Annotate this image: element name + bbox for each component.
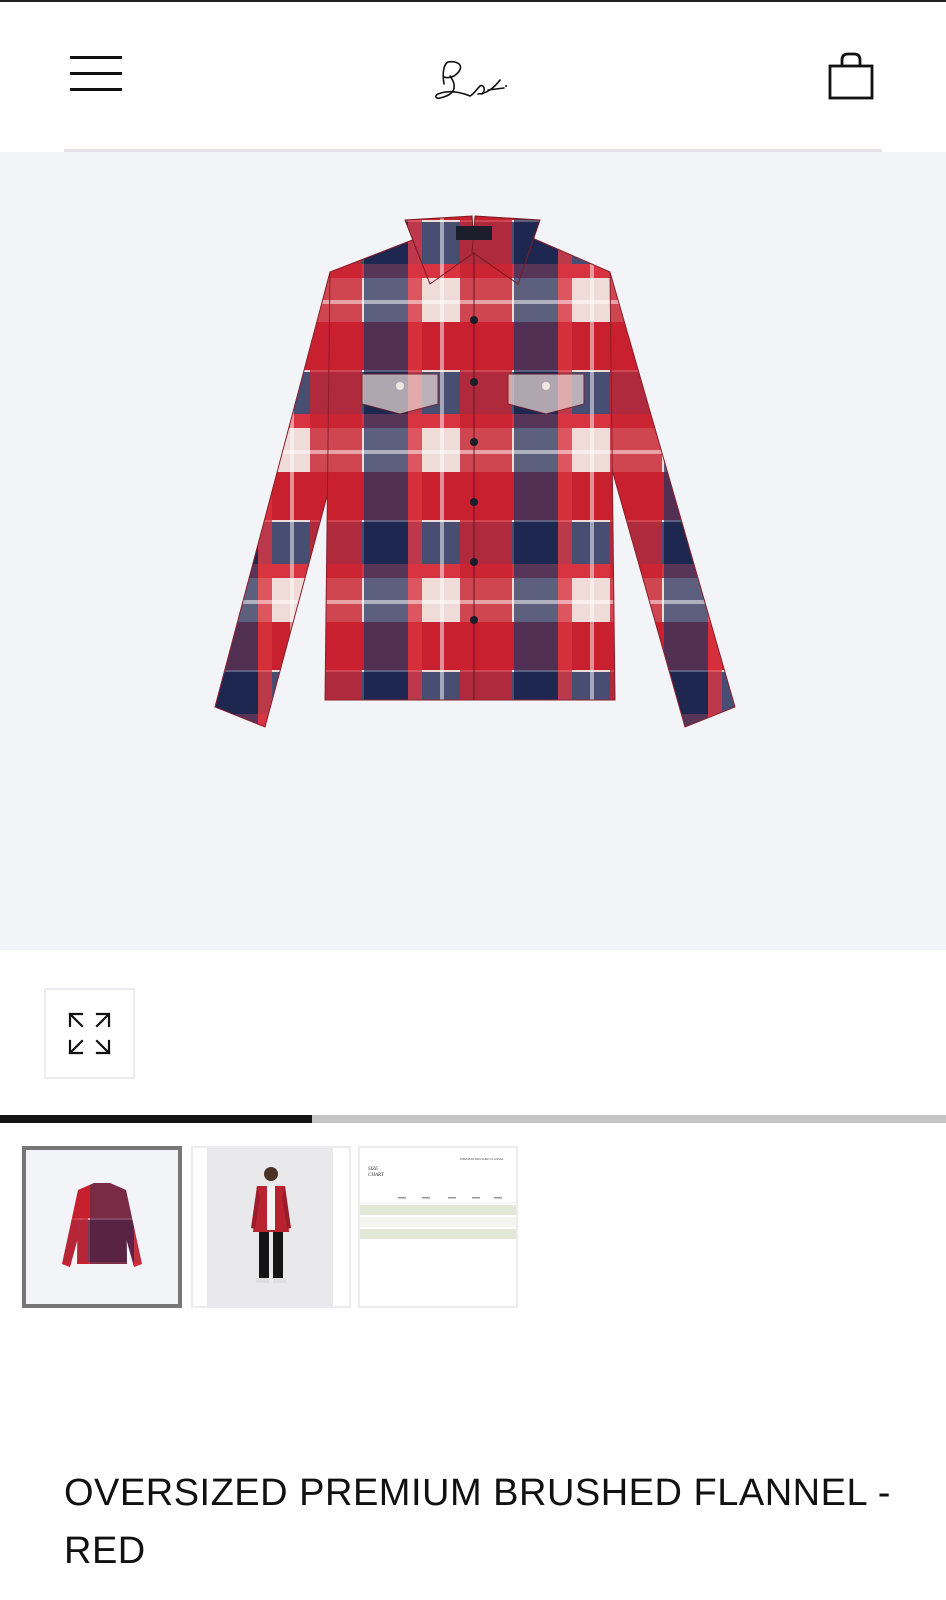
hamburger-menu-icon[interactable]	[64, 52, 128, 102]
thumbnail-shirt-front[interactable]	[22, 1146, 182, 1308]
menu-line	[70, 88, 122, 91]
size-chart-product: PREMIUM BRUSHED FLANNEL	[460, 1157, 504, 1161]
gallery-progress-fill	[0, 1115, 313, 1123]
product-title: OVERSIZED PREMIUM BRUSHED FLANNEL - RED	[64, 1472, 891, 1572]
model-wearing-shirt-thumbnail	[193, 1148, 349, 1306]
expand-arrows-icon	[68, 1012, 111, 1055]
plaid-flannel-shirt-front	[214, 215, 736, 728]
product-main-image[interactable]	[0, 152, 946, 950]
thumbnail-size-chart[interactable]: SIZE CHART PREMIUM BRUSHED FLANNEL	[358, 1146, 518, 1308]
size-chart-title-2: CHART	[368, 1173, 385, 1178]
signature-logo[interactable]	[430, 50, 510, 106]
shirt-front-thumbnail	[26, 1150, 178, 1304]
menu-line	[70, 72, 122, 75]
gallery-progress-bar	[0, 1115, 946, 1123]
shopping-bag-icon[interactable]	[822, 48, 878, 104]
site-header	[0, 2, 946, 150]
expand-image-button[interactable]	[44, 988, 135, 1079]
size-chart-thumbnail: SIZE CHART PREMIUM BRUSHED FLANNEL	[360, 1148, 516, 1306]
thumbnail-model[interactable]	[191, 1146, 351, 1308]
menu-line	[70, 56, 122, 59]
size-chart-title-1: SIZE	[368, 1167, 378, 1172]
